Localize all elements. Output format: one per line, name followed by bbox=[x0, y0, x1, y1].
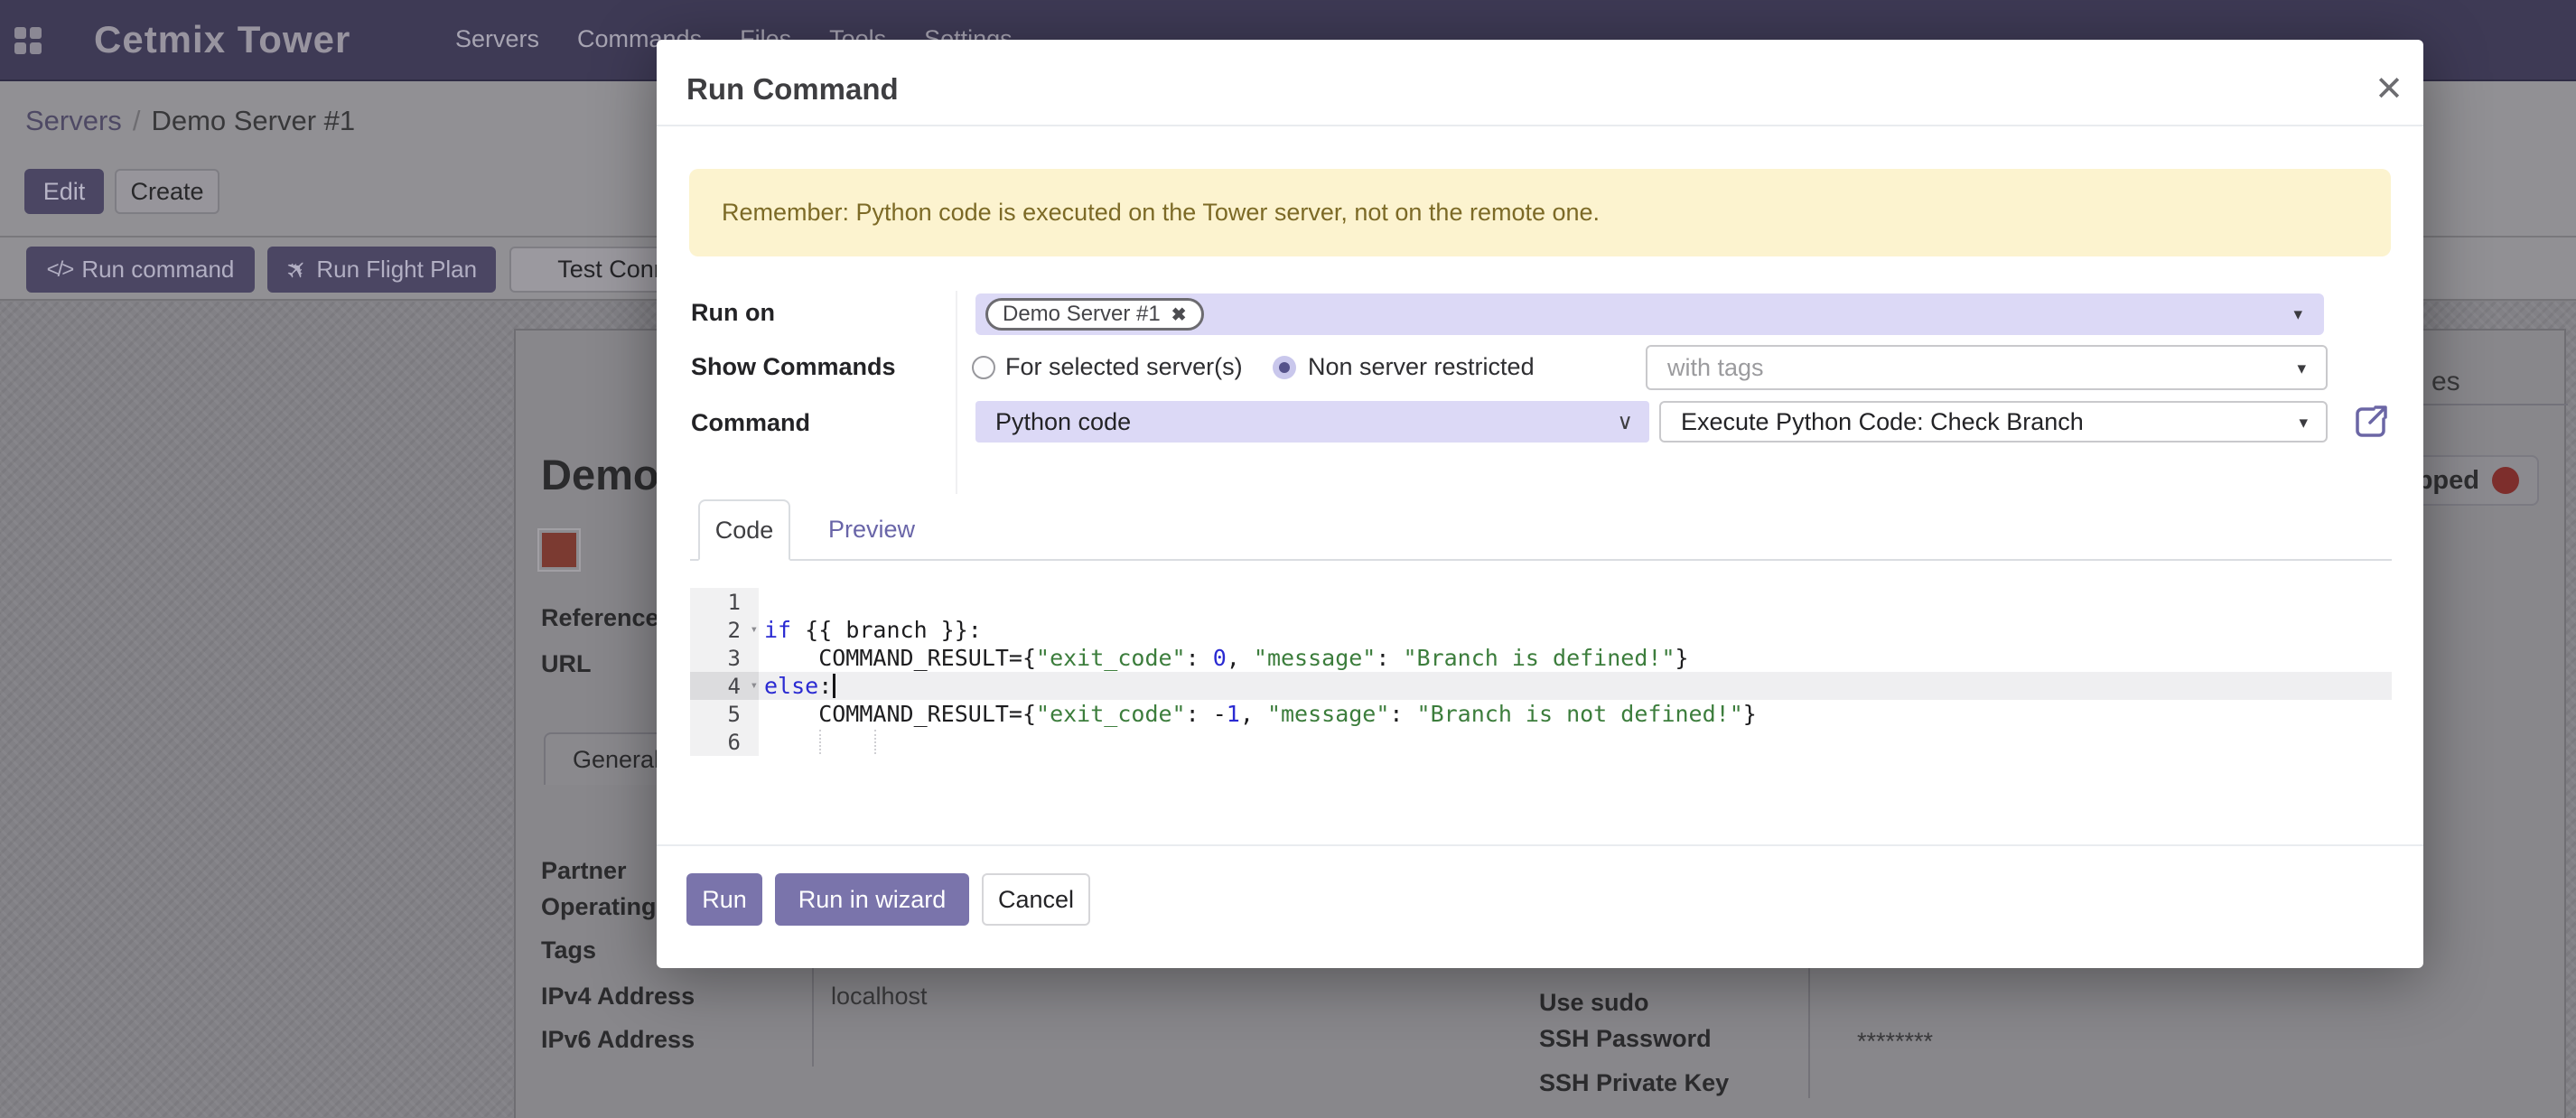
ssh-password-value: ******** bbox=[1857, 1028, 1933, 1056]
partner-label: Partner bbox=[541, 857, 627, 885]
editor-line: 3 COMMAND_RESULT={"exit_code": 0, "messa… bbox=[690, 644, 2392, 672]
run-flight-plan-button[interactable]: ✈ Run Flight Plan bbox=[267, 247, 496, 293]
color-swatch bbox=[537, 528, 581, 572]
code-editor[interactable]: 1 2▾ if {{ branch }}: 3 COMMAND_RESULT={… bbox=[690, 588, 2392, 756]
url-label: URL bbox=[541, 650, 592, 678]
ipv6-label: IPv6 Address bbox=[541, 1026, 695, 1054]
line-number: 6 bbox=[690, 728, 759, 756]
chevron-down-icon: ▾ bbox=[2297, 360, 2306, 377]
brand-logo[interactable]: Cetmix Tower bbox=[94, 18, 350, 61]
radio-non-server-restricted[interactable] bbox=[1273, 356, 1296, 379]
close-icon[interactable]: ✕ bbox=[2364, 63, 2414, 114]
tab-preview[interactable]: Preview bbox=[813, 499, 930, 559]
breadcrumb-current: Demo Server #1 bbox=[151, 105, 355, 136]
menu-item-servers[interactable]: Servers bbox=[455, 25, 539, 53]
line-number: 3 bbox=[690, 644, 759, 672]
tag-remove-icon[interactable]: ✖ bbox=[1171, 303, 1187, 326]
radio-non-server-restricted-label[interactable]: Non server restricted bbox=[1308, 353, 1535, 381]
line-number: 2 bbox=[728, 618, 741, 643]
chevron-down-icon: ∨ bbox=[1617, 409, 1633, 435]
breadcrumb-servers-link[interactable]: Servers bbox=[25, 105, 122, 136]
breadcrumb: Servers / Demo Server #1 bbox=[25, 105, 355, 137]
with-tags-select[interactable]: with tags ▾ bbox=[1646, 345, 2328, 390]
reference-label: Reference bbox=[541, 604, 659, 632]
run-button[interactable]: Run bbox=[686, 873, 762, 926]
run-on-label: Run on bbox=[691, 299, 775, 327]
chevron-down-icon: ▾ bbox=[2293, 306, 2302, 323]
breadcrumb-separator: / bbox=[133, 105, 141, 136]
line-number: 4 bbox=[728, 674, 741, 699]
radio-for-selected-servers[interactable] bbox=[972, 356, 995, 379]
header-divider bbox=[657, 125, 2423, 126]
create-button[interactable]: Create bbox=[115, 169, 219, 214]
notebook-tabs: Code Preview bbox=[690, 499, 2392, 561]
text-cursor bbox=[833, 674, 835, 698]
indent-guide bbox=[819, 730, 821, 754]
external-link-icon[interactable] bbox=[2352, 403, 2390, 441]
editor-line: 2▾ if {{ branch }}: bbox=[690, 616, 2392, 644]
run-in-wizard-button[interactable]: Run in wizard bbox=[775, 873, 969, 926]
ipv4-label: IPv4 Address bbox=[541, 983, 695, 1011]
status-dot bbox=[2492, 467, 2519, 494]
command-label: Command bbox=[691, 409, 810, 437]
label-column-divider bbox=[956, 291, 957, 494]
screen: Cetmix Tower Servers Commands Files Tool… bbox=[0, 0, 2576, 1118]
fold-caret-icon[interactable]: ▾ bbox=[751, 623, 758, 636]
editor-line: 5 COMMAND_RESULT={"exit_code": -1, "mess… bbox=[690, 700, 2392, 728]
chevron-down-icon: ▾ bbox=[2299, 415, 2308, 432]
server-tag[interactable]: Demo Server #1 ✖ bbox=[985, 298, 1204, 331]
footer-divider bbox=[657, 844, 2423, 846]
apps-grid-icon[interactable] bbox=[14, 27, 43, 56]
python-warning-banner: Remember: Python code is executed on the… bbox=[689, 169, 2391, 256]
command-type-select[interactable]: Python code ∨ bbox=[975, 401, 1649, 443]
modal-title: Run Command bbox=[686, 72, 899, 107]
ipv4-value: localhost bbox=[831, 983, 928, 1011]
run-on-multiselect[interactable]: Demo Server #1 ✖ ▾ bbox=[975, 293, 2324, 335]
radio-for-selected-servers-label[interactable]: For selected server(s) bbox=[1005, 353, 1243, 381]
tags-label: Tags bbox=[541, 936, 596, 964]
use-sudo-label: Use sudo bbox=[1539, 989, 1649, 1017]
run-command-button[interactable]: </> Run command bbox=[26, 247, 255, 293]
edit-button[interactable]: Edit bbox=[24, 169, 104, 214]
command-select[interactable]: Execute Python Code: Check Branch ▾ bbox=[1659, 401, 2328, 443]
ssh-password-label: SSH Password bbox=[1539, 1025, 1712, 1053]
editor-line: 1 bbox=[690, 588, 2392, 616]
fold-caret-icon[interactable]: ▾ bbox=[751, 679, 758, 692]
hidden-tab-fragment[interactable]: es bbox=[2431, 367, 2460, 397]
indent-guide bbox=[874, 730, 876, 754]
line-number: 5 bbox=[690, 700, 759, 728]
color-swatch-fill bbox=[542, 533, 576, 567]
cancel-button[interactable]: Cancel bbox=[982, 873, 1090, 926]
editor-line: 6 bbox=[690, 728, 2392, 756]
code-icon: </> bbox=[47, 257, 73, 283]
ssh-private-key-label: SSH Private Key bbox=[1539, 1069, 1729, 1097]
plane-icon: ✈ bbox=[279, 252, 315, 288]
editor-active-line: 4▾ else: bbox=[690, 672, 2392, 700]
line-number: 1 bbox=[690, 588, 759, 616]
show-commands-label: Show Commands bbox=[691, 353, 896, 381]
tab-code[interactable]: Code bbox=[698, 499, 790, 561]
run-command-modal: Run Command ✕ Remember: Python code is e… bbox=[657, 40, 2423, 968]
